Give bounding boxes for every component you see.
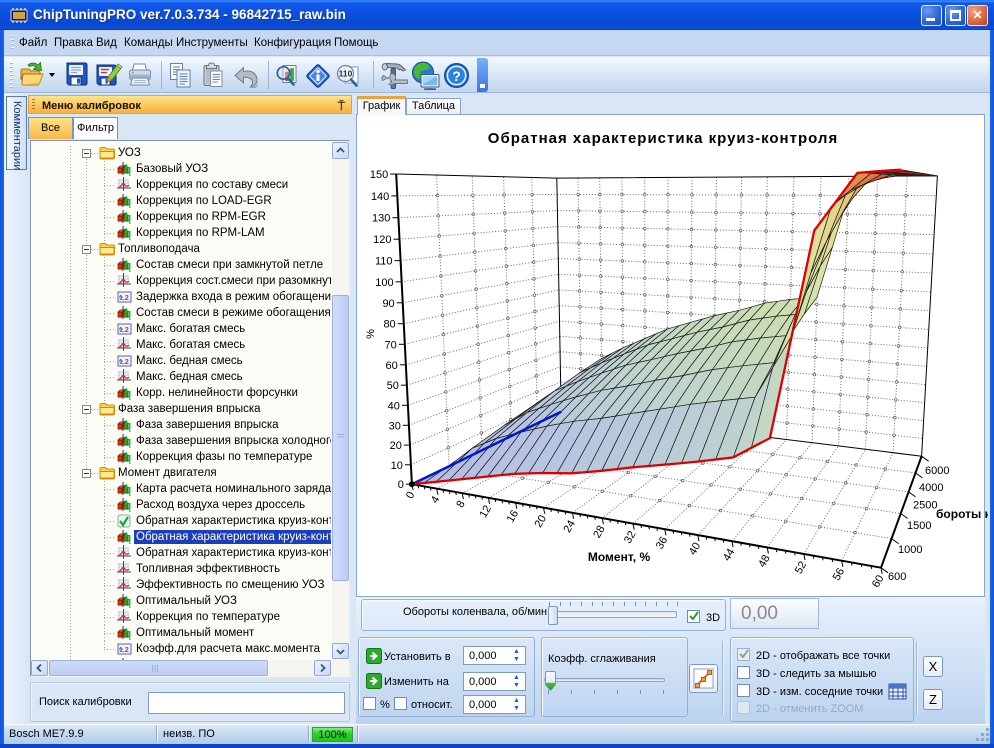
- svg-text:70: 70: [385, 339, 397, 351]
- svg-text:40: 40: [388, 400, 400, 412]
- svg-text:110: 110: [339, 69, 353, 79]
- svg-text:20: 20: [533, 513, 550, 530]
- svg-text:90: 90: [382, 298, 394, 310]
- svg-text:120: 120: [373, 234, 391, 246]
- svg-text:0: 0: [404, 490, 417, 501]
- svg-text:4000: 4000: [919, 482, 943, 494]
- svg-text:%: %: [365, 329, 377, 339]
- svg-text:6000: 6000: [925, 465, 949, 477]
- svg-text:28: 28: [591, 524, 608, 541]
- svg-text:10: 10: [391, 460, 403, 472]
- svg-text:130: 130: [372, 213, 390, 225]
- svg-text:80: 80: [383, 319, 395, 331]
- svg-text:1000: 1000: [898, 544, 922, 556]
- svg-text:40: 40: [687, 541, 704, 558]
- svg-text:1.2: 1.2: [119, 647, 129, 654]
- svg-text:48: 48: [756, 553, 773, 570]
- svg-text:20: 20: [390, 440, 402, 452]
- svg-text:12: 12: [477, 503, 494, 520]
- svg-text:0: 0: [398, 479, 404, 491]
- svg-text:бороты к: бороты к: [936, 507, 988, 521]
- svg-text:8: 8: [454, 499, 467, 510]
- svg-text:44: 44: [721, 547, 738, 564]
- svg-text:1.2: 1.2: [119, 295, 129, 302]
- svg-text:?: ?: [452, 68, 461, 84]
- svg-text:150: 150: [370, 169, 388, 181]
- svg-text:4: 4: [429, 494, 442, 505]
- svg-text:Момент, %: Момент, %: [588, 550, 651, 564]
- svg-text:56: 56: [831, 566, 848, 583]
- svg-text:32: 32: [622, 529, 639, 546]
- svg-text:52: 52: [793, 560, 810, 577]
- svg-text:30: 30: [389, 420, 401, 432]
- svg-text:110: 110: [375, 256, 393, 268]
- svg-text:2500: 2500: [913, 500, 937, 512]
- svg-text:1500: 1500: [907, 520, 931, 532]
- svg-text:600: 600: [888, 571, 906, 583]
- svg-text:140: 140: [371, 191, 389, 203]
- svg-text:100: 100: [375, 277, 393, 289]
- svg-text:50: 50: [387, 380, 399, 392]
- svg-text:60: 60: [870, 573, 887, 590]
- svg-text:1.2: 1.2: [119, 359, 129, 366]
- svg-text:16: 16: [505, 508, 522, 525]
- svg-text:24: 24: [561, 518, 578, 535]
- svg-text:1.2: 1.2: [119, 327, 129, 334]
- svg-text:60: 60: [386, 360, 398, 372]
- svg-text:36: 36: [654, 535, 671, 552]
